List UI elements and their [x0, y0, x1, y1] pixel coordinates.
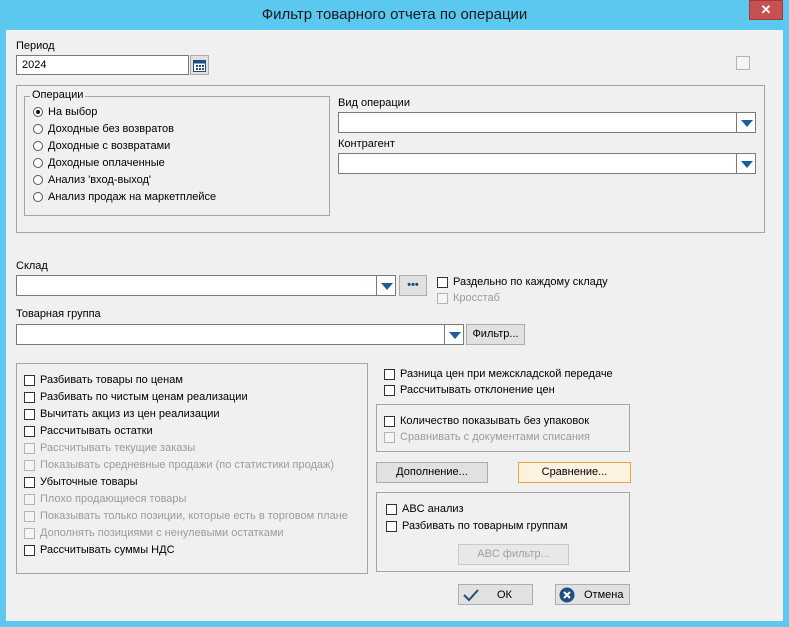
product-filter-button[interactable]: Фильтр... — [466, 324, 525, 345]
split-by-warehouse-label: Раздельно по каждому складу — [453, 276, 608, 288]
option-checkbox[interactable] — [24, 426, 35, 437]
radio-label: Анализ 'вход-выход' — [48, 174, 151, 186]
period-input[interactable]: 2024 — [16, 55, 189, 75]
radio-button[interactable] — [33, 192, 43, 202]
radio-button[interactable] — [33, 141, 43, 151]
qty-no-pack-label: Количество показывать без упаковок — [400, 415, 590, 427]
crosstab-checkbox[interactable] — [437, 293, 448, 304]
option-label: Рассчитывать текущие заказы — [40, 442, 196, 454]
split-by-warehouse-checkbox[interactable] — [437, 277, 448, 288]
option-checkbox[interactable] — [24, 477, 35, 488]
operations-legend: Операции — [30, 89, 86, 101]
option-checkbox[interactable] — [24, 494, 35, 505]
radio-button[interactable] — [33, 158, 43, 168]
radio-button[interactable] — [33, 175, 43, 185]
option-checkbox[interactable] — [24, 443, 35, 454]
option-label: Плохо продающиеся товары — [40, 493, 187, 505]
radio-label: На выбор — [48, 106, 98, 118]
chevron-down-icon[interactable] — [444, 325, 463, 344]
option-checkbox[interactable] — [24, 375, 35, 386]
option-checkbox[interactable] — [24, 392, 35, 403]
abc-by-groups-label: Разбивать по товарным группам — [402, 520, 568, 532]
comparison-button[interactable]: Сравнение... — [518, 462, 631, 483]
radio-button[interactable] — [33, 124, 43, 134]
qty-no-pack-checkbox[interactable] — [384, 416, 395, 427]
option-label: Разбивать товары по ценам — [40, 374, 183, 386]
radio-label: Доходные оплаченные — [48, 157, 165, 169]
op-type-label: Вид операции — [338, 97, 410, 109]
chevron-down-icon[interactable] — [736, 113, 755, 132]
option-label: Показывать средневные продажи (по статис… — [40, 459, 335, 471]
option-label: Дополнять позициями с ненулевыми остатка… — [40, 527, 284, 539]
warehouse-browse-button[interactable]: ••• — [399, 275, 427, 296]
compare-writeoff-label: Сравнивать с документами списания — [400, 431, 591, 443]
chevron-down-icon[interactable] — [736, 154, 755, 173]
option-checkbox[interactable] — [24, 409, 35, 420]
option-label: Рассчитывать суммы НДС — [40, 544, 175, 556]
option-label: Разбивать по чистым ценам реализации — [40, 391, 248, 403]
calendar-button[interactable] — [190, 55, 209, 75]
calc-deviation-checkbox[interactable] — [384, 385, 395, 396]
product-group-select[interactable] — [16, 324, 464, 345]
period-label: Период — [16, 40, 55, 52]
abc-analysis-checkbox[interactable] — [386, 504, 397, 515]
product-group-label: Товарная группа — [16, 308, 101, 320]
counterparty-select[interactable] — [338, 153, 756, 174]
abc-by-groups-checkbox[interactable] — [386, 521, 397, 532]
calc-deviation-label: Рассчитывать отклонение цен — [400, 384, 555, 396]
compare-writeoff-checkbox[interactable] — [384, 432, 395, 443]
counterparty-label: Контрагент — [338, 138, 395, 150]
option-label: Убыточные товары — [40, 476, 138, 488]
radio-label: Анализ продаж на маркетплейсе — [48, 191, 217, 203]
calendar-icon — [193, 60, 206, 72]
option-label: Показывать только позиции, которые есть … — [40, 510, 348, 522]
option-label: Вычитать акциз из цен реализации — [40, 408, 220, 420]
abc-analysis-label: ABC анализ — [402, 503, 464, 515]
warehouse-select[interactable] — [16, 275, 396, 296]
packaging-frame — [376, 404, 630, 452]
price-diff-checkbox[interactable] — [384, 369, 395, 380]
price-diff-label: Разница цен при межскладской передаче — [400, 368, 613, 380]
cancel-icon — [559, 587, 575, 603]
option-checkbox[interactable] — [24, 545, 35, 556]
option-label: Рассчитывать остатки — [40, 425, 153, 437]
option-checkbox[interactable] — [24, 511, 35, 522]
option-checkbox[interactable] — [24, 528, 35, 539]
radio-label: Доходные с возвратами — [48, 140, 171, 152]
chevron-down-icon[interactable] — [376, 276, 395, 295]
cancel-button[interactable]: Отмена — [555, 584, 630, 605]
radio-button[interactable] — [33, 107, 43, 117]
addition-button[interactable]: Дополнение... — [376, 462, 488, 483]
top-right-checkbox[interactable] — [736, 56, 750, 70]
op-type-select[interactable] — [338, 112, 756, 133]
period-value: 2024 — [22, 59, 47, 71]
option-checkbox[interactable] — [24, 460, 35, 471]
window-title: Фильтр товарного отчета по операции — [261, 6, 528, 23]
cancel-label: Отмена — [584, 589, 624, 601]
ok-button[interactable]: ОК — [458, 584, 533, 605]
abc-filter-button[interactable]: ABC фильтр... — [458, 544, 569, 565]
crosstab-label: Кросстаб — [453, 292, 500, 304]
ok-label: ОК — [497, 589, 512, 601]
warehouse-label: Склад — [16, 260, 48, 272]
checkmark-icon — [463, 589, 479, 602]
close-button[interactable]: ✕ — [749, 0, 783, 20]
radio-label: Доходные без возвратов — [48, 123, 175, 135]
